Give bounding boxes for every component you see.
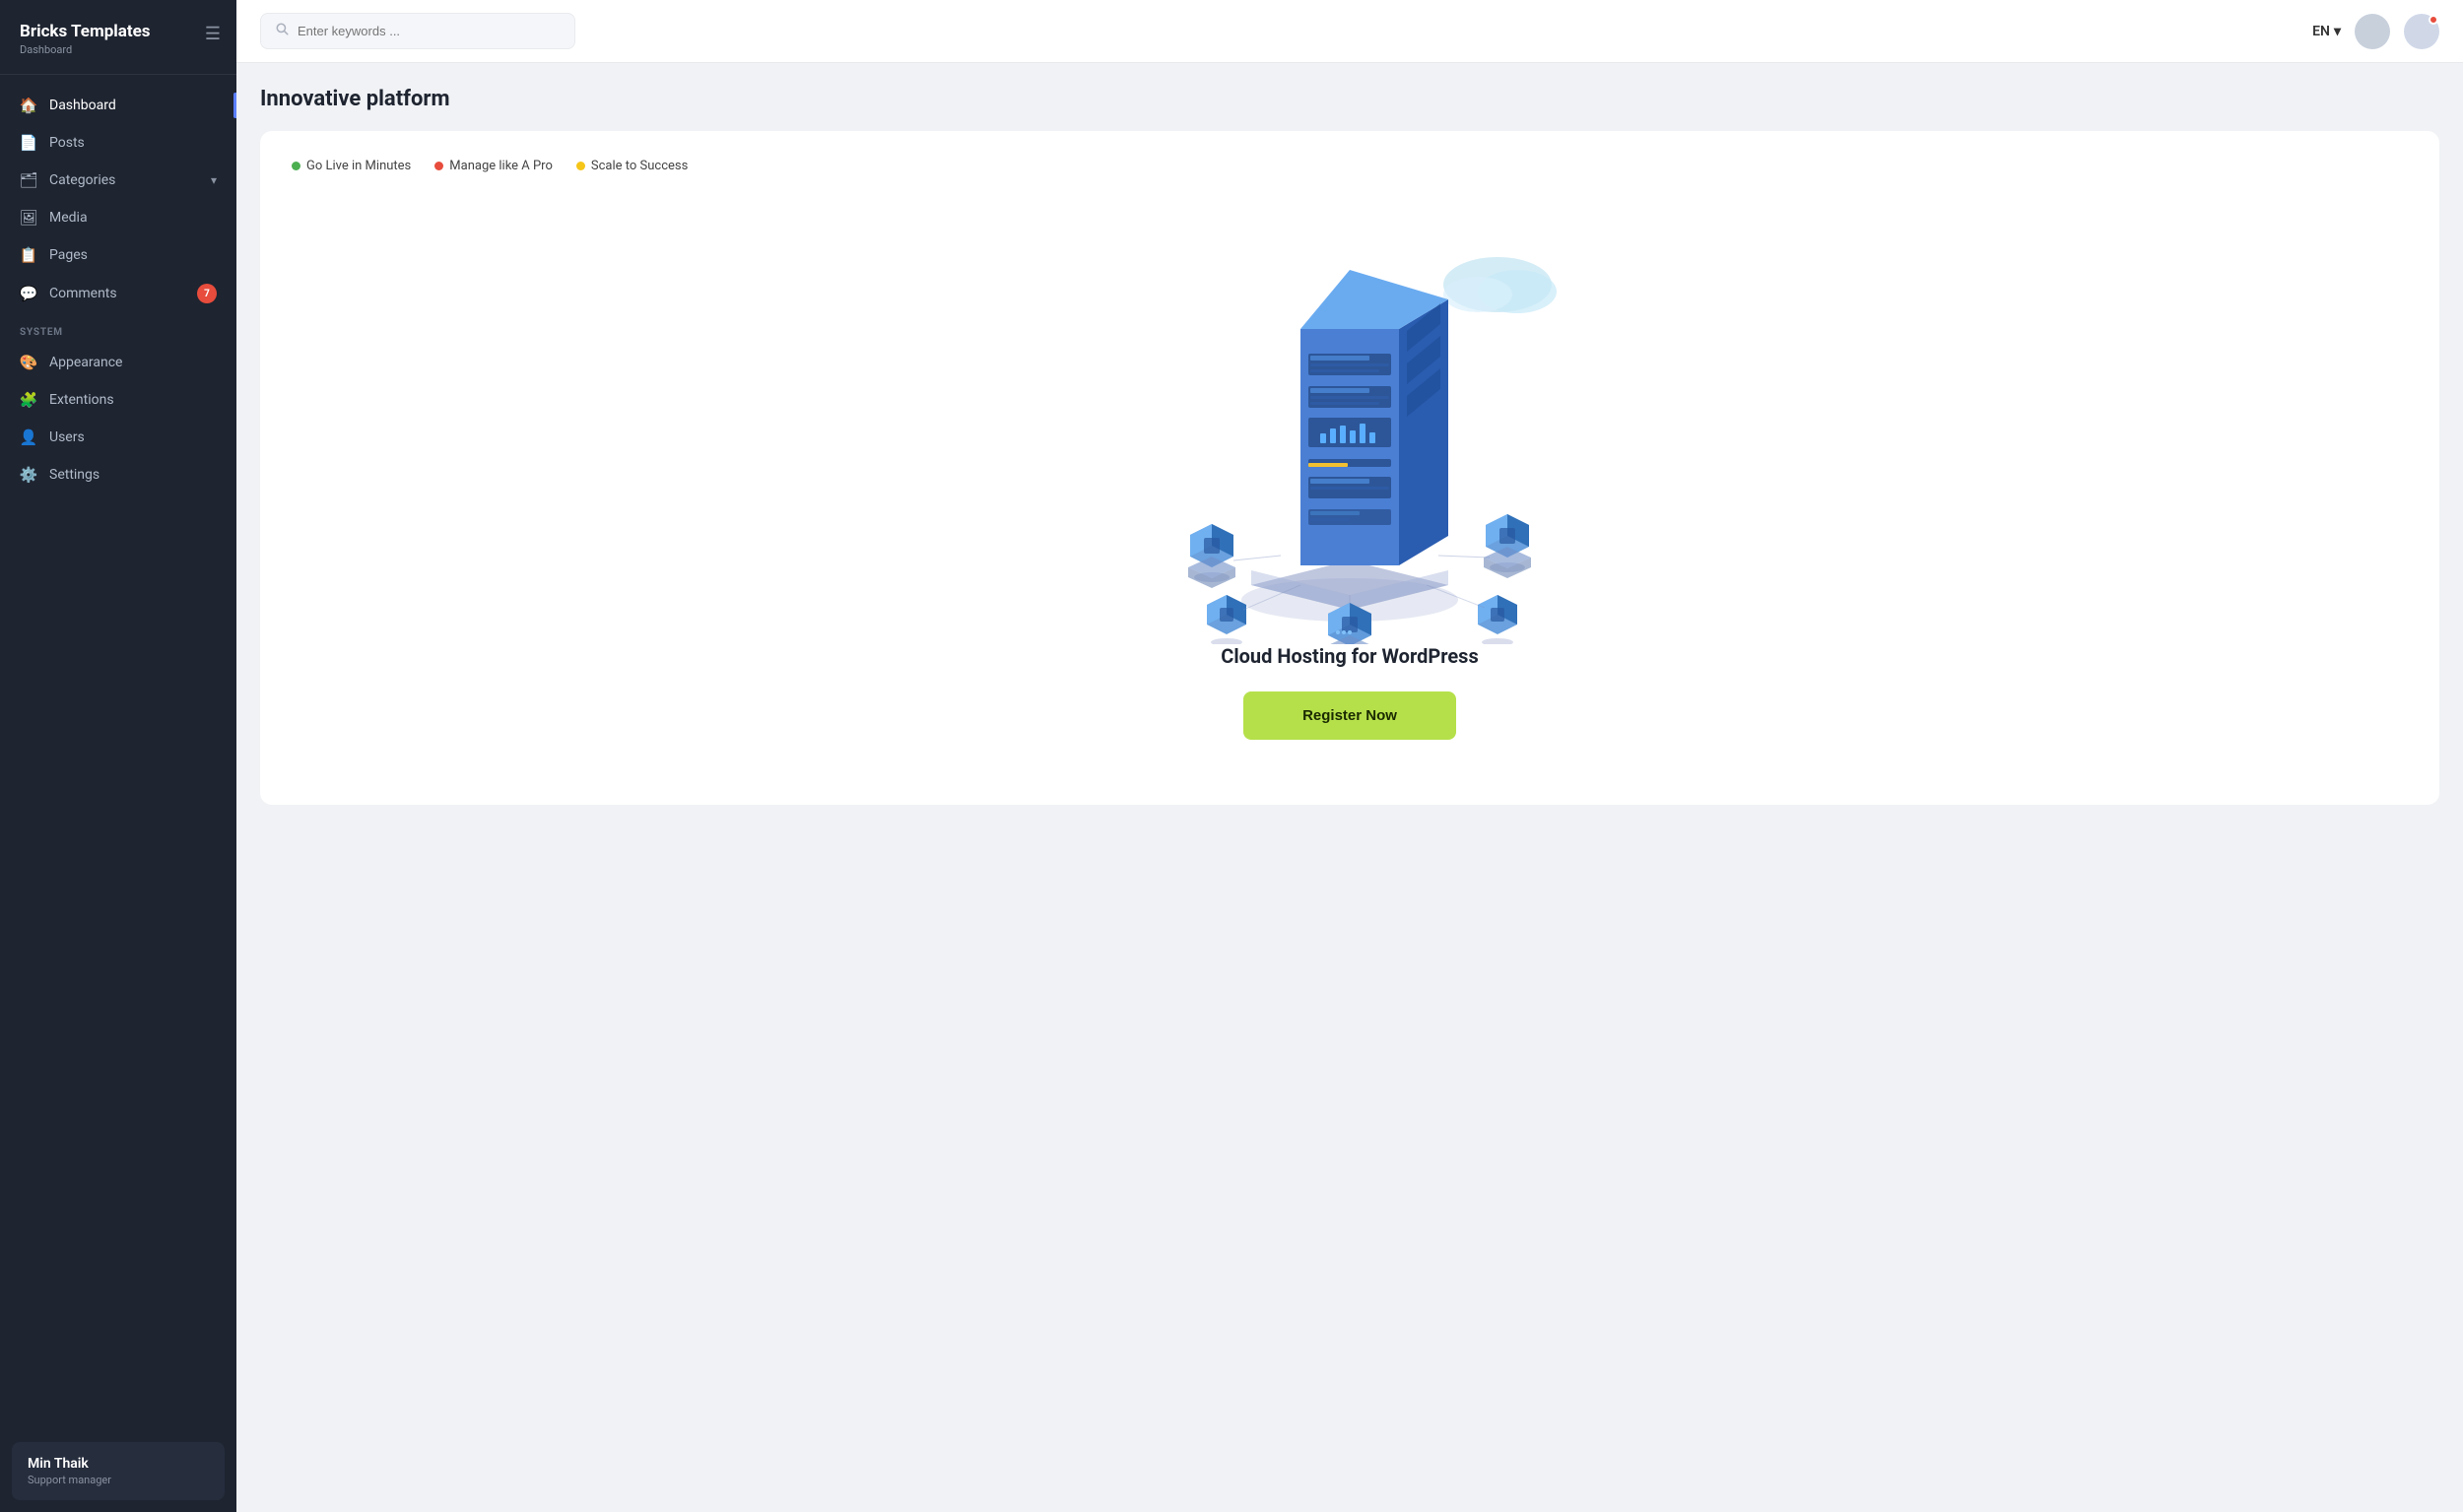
cloud-title: Cloud Hosting for WordPress	[1221, 644, 1478, 668]
promo-tags: Go Live in Minutes Manage like A Pro Sca…	[292, 159, 2408, 173]
server-illustration	[1084, 221, 1616, 644]
sidebar-item-label: Posts	[49, 135, 85, 151]
sidebar-item-label: Media	[49, 210, 88, 226]
users-icon: 👤	[20, 428, 37, 446]
search-box[interactable]	[260, 13, 575, 49]
topbar-right: EN ▾	[2312, 14, 2439, 49]
register-button[interactable]: Register Now	[1243, 691, 1456, 740]
tag-go-live-in-minutes: Go Live in Minutes	[292, 159, 411, 173]
sidebar-item-label: Appearance	[49, 355, 122, 370]
tag-label: Scale to Success	[591, 159, 688, 173]
page-title: Innovative platform	[260, 87, 2439, 111]
nav-main: 🏠 Dashboard📄 Posts🗂 Categories▾🖼 Media📋 …	[0, 87, 236, 313]
sidebar-item-label: Comments	[49, 286, 117, 301]
topbar: EN ▾	[236, 0, 2463, 63]
sidebar-item-appearance[interactable]: 🎨 Appearance	[0, 344, 236, 381]
sidebar-item-label: Categories	[49, 172, 115, 188]
tag-dot	[292, 162, 300, 170]
main-area: EN ▾ Innovative platform Go Live in Minu…	[236, 0, 2463, 1512]
search-icon	[275, 22, 290, 40]
tag-dot	[576, 162, 585, 170]
promo-card: Go Live in Minutes Manage like A Pro Sca…	[260, 131, 2439, 805]
sidebar-title: Bricks Templates	[20, 22, 217, 41]
settings-icon: ⚙️	[20, 466, 37, 484]
sidebar-item-label: Pages	[49, 247, 88, 263]
sidebar-item-comments[interactable]: 💬 Comments 7	[0, 274, 236, 313]
sidebar-user[interactable]: Min Thaik Support manager	[12, 1442, 225, 1500]
comments-icon: 💬	[20, 285, 37, 302]
sidebar-item-extensions[interactable]: 🧩 Extentions	[0, 381, 236, 419]
page-title-bar: Innovative platform	[260, 87, 2439, 111]
sidebar-nav: 🏠 Dashboard📄 Posts🗂 Categories▾🖼 Media📋 …	[0, 75, 236, 1430]
sidebar-item-pages[interactable]: 📋 Pages	[0, 236, 236, 274]
pages-icon: 📋	[20, 246, 37, 264]
sidebar-item-label: Settings	[49, 467, 100, 483]
sidebar-item-label: Extentions	[49, 392, 114, 408]
illustration-container: Cloud Hosting for WordPress Register Now	[292, 201, 2408, 769]
sidebar-item-settings[interactable]: ⚙️ Settings	[0, 456, 236, 493]
sidebar-subtitle: Dashboard	[20, 43, 217, 56]
avatar-main[interactable]	[2355, 14, 2390, 49]
sidebar-item-categories[interactable]: 🗂 Categories ▾	[0, 162, 236, 199]
search-input[interactable]	[298, 24, 561, 38]
nav-system: 🎨 Appearance🧩 Extentions👤 Users⚙️ Settin…	[0, 344, 236, 493]
sidebar-item-label: Dashboard	[49, 98, 116, 113]
dashboard-icon: 🏠	[20, 97, 37, 114]
content-area: Innovative platform Go Live in Minutes M…	[236, 63, 2463, 1512]
sidebar-item-users[interactable]: 👤 Users	[0, 419, 236, 456]
appearance-icon: 🎨	[20, 354, 37, 371]
language-selector[interactable]: EN ▾	[2312, 24, 2341, 39]
lang-label: EN	[2312, 24, 2330, 39]
categories-icon: 🗂	[20, 171, 37, 189]
sidebar-header: Bricks Templates Dashboard ☰	[0, 0, 236, 75]
avatar-notif[interactable]	[2404, 14, 2439, 49]
media-icon: 🖼	[20, 209, 37, 227]
tag-scale-to-success: Scale to Success	[576, 159, 688, 173]
sidebar-item-label: Users	[49, 429, 85, 445]
sidebar: Bricks Templates Dashboard ☰ 🏠 Dashboard…	[0, 0, 236, 1512]
notification-dot	[2429, 15, 2438, 25]
chevron-down-icon: ▾	[2334, 24, 2341, 39]
tag-dot	[434, 162, 443, 170]
system-section-label: SYSTEM	[0, 313, 236, 344]
tag-label: Manage like A Pro	[449, 159, 553, 173]
extensions-icon: 🧩	[20, 391, 37, 409]
user-role: Support manager	[28, 1474, 209, 1486]
sidebar-item-posts[interactable]: 📄 Posts	[0, 124, 236, 162]
tag-label: Go Live in Minutes	[306, 159, 411, 173]
posts-icon: 📄	[20, 134, 37, 152]
menu-toggle-icon[interactable]: ☰	[205, 24, 221, 44]
sidebar-item-dashboard[interactable]: 🏠 Dashboard	[0, 87, 236, 124]
chevron-categories-icon: ▾	[211, 173, 217, 187]
sidebar-item-media[interactable]: 🖼 Media	[0, 199, 236, 236]
tag-manage-like-a-pro: Manage like A Pro	[434, 159, 553, 173]
user-name: Min Thaik	[28, 1456, 209, 1472]
badge-comments: 7	[197, 284, 217, 303]
